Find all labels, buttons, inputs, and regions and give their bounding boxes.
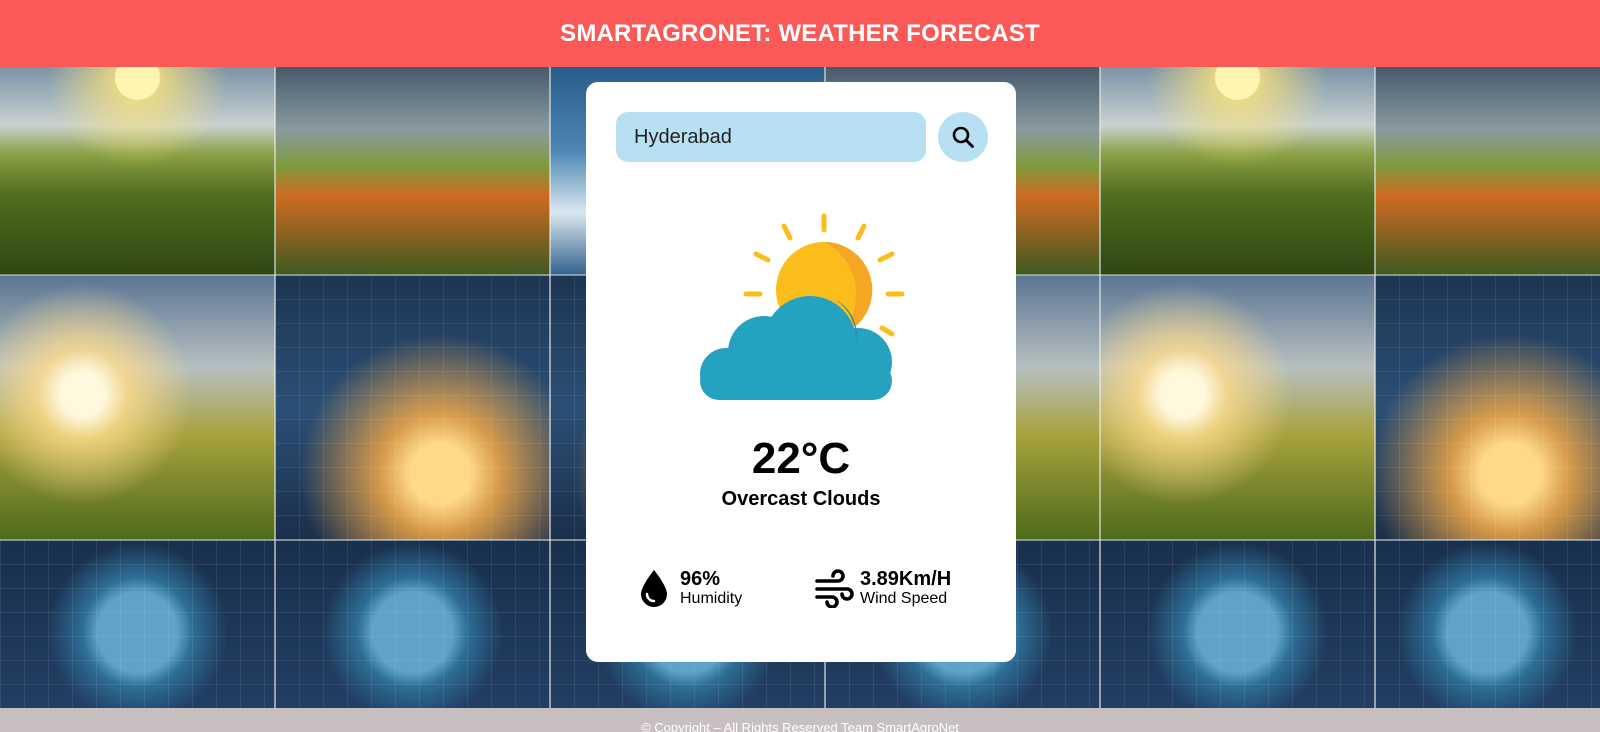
app-header: SMARTAGRONET: WEATHER FORECAST (0, 0, 1600, 67)
collage-tile-tech (1375, 275, 1600, 540)
humidity-detail: 96% Humidity (634, 566, 742, 610)
page-title: SMARTAGRONET: WEATHER FORECAST (560, 19, 1040, 47)
wind-speed-detail: 3.89Km/H Wind Speed (814, 566, 951, 610)
city-search-input[interactable] (616, 112, 926, 162)
weather-condition: Overcast Clouds (721, 488, 881, 510)
collage-tile-wind-turbines (1375, 67, 1600, 275)
search-icon (952, 126, 974, 148)
wind-icon (815, 569, 854, 608)
collage-tile-globe (1375, 540, 1600, 708)
partly-cloudy-icon (700, 213, 905, 400)
collage-tile-sunlit-field (0, 275, 275, 540)
collage-divider (549, 67, 551, 708)
temperature-value: 22°C (751, 434, 851, 483)
collage-tile-globe (1100, 540, 1375, 708)
collage-tile-tech (275, 275, 550, 540)
page-footer: © Copyright – All Rights Reserved Team S… (0, 708, 1600, 732)
collage-tile-globe (275, 540, 550, 708)
collage-tile-globe (0, 540, 275, 708)
collage-tile-wind-turbines (275, 67, 550, 275)
humidity-drop-icon (641, 570, 667, 607)
collage-divider (1374, 67, 1376, 708)
collage-tile-field (0, 67, 275, 275)
copyright-text: © Copyright – All Rights Reserved Team S… (641, 720, 959, 732)
weather-card: 22°C Overcast Clouds 96% Humidity 3.8 (586, 82, 1016, 662)
wind-speed-label: Wind Speed (860, 590, 948, 608)
humidity-value: 96% (680, 568, 721, 591)
wind-speed-value: 3.89Km/H (860, 568, 952, 591)
humidity-label: Humidity (680, 590, 743, 608)
collage-divider (274, 67, 276, 708)
collage-tile-field (1100, 67, 1375, 275)
collage-divider (1099, 67, 1101, 708)
collage-tile-sunlit-field (1100, 275, 1375, 540)
search-button[interactable] (938, 112, 988, 162)
